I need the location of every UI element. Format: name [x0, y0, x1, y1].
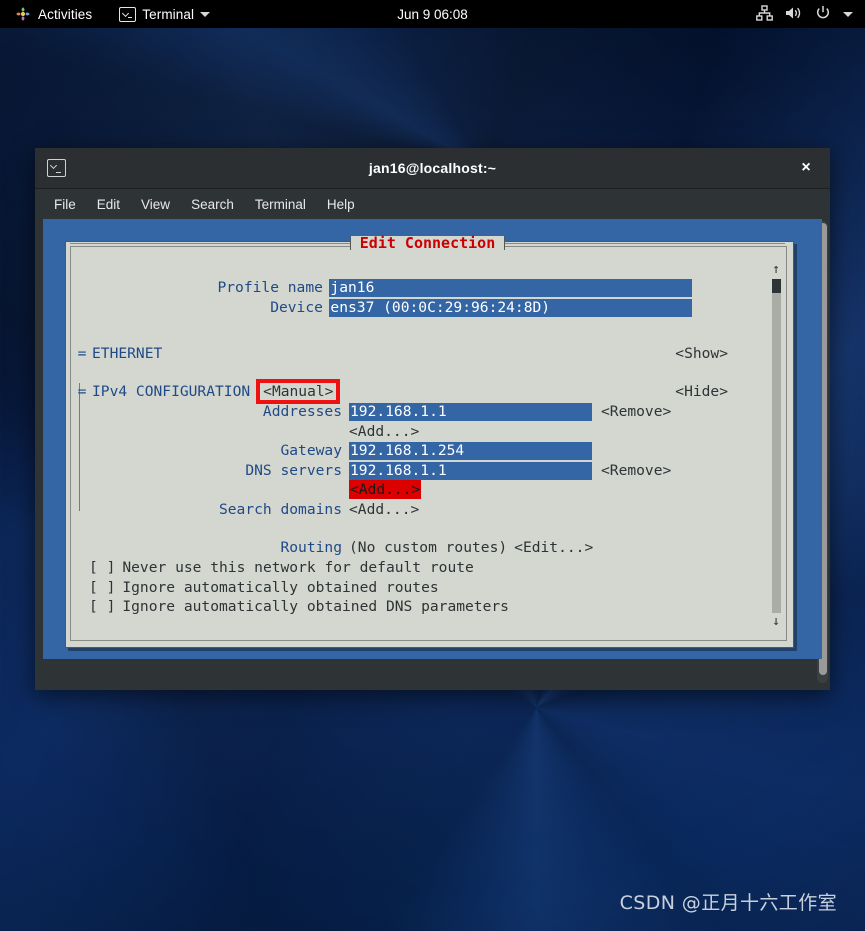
- close-icon[interactable]: ×: [796, 158, 816, 178]
- nmtui-screen: Edit Connection ↑ ↓ Profile name jan16 D…: [43, 219, 822, 659]
- row-ethernet: = ETHERNET <Show>: [72, 344, 762, 363]
- menu-file[interactable]: File: [45, 194, 85, 215]
- menu-search[interactable]: Search: [182, 194, 243, 215]
- checkbox-default-route-box[interactable]: [ ]: [89, 558, 115, 578]
- checkbox-default-route-label: Never use this network for default route: [122, 558, 474, 576]
- scroll-up-icon[interactable]: ↑: [772, 262, 780, 278]
- ethernet-expander-icon[interactable]: =: [72, 344, 92, 364]
- addresses-add-button[interactable]: <Add...>: [349, 422, 419, 442]
- addresses-remove-button[interactable]: <Remove>: [601, 402, 671, 422]
- device-label: Device: [270, 298, 323, 316]
- power-icon: [815, 5, 831, 24]
- row-profile-name: Profile name jan16: [72, 278, 692, 297]
- row-dns-add: <Add...>: [72, 479, 692, 500]
- menu-view[interactable]: View: [132, 194, 179, 215]
- addresses-label: Addresses: [262, 402, 342, 420]
- routing-edit-button[interactable]: <Edit...>: [514, 538, 593, 558]
- ethernet-show-button[interactable]: <Show>: [675, 344, 728, 364]
- ipv4-method-select[interactable]: <Manual>: [256, 379, 341, 404]
- dns-servers-add-button[interactable]: <Add...>: [349, 479, 422, 500]
- nmtui-scrollbar-thumb[interactable]: [771, 279, 781, 293]
- routing-label: Routing: [280, 538, 342, 556]
- system-menu-chevron-down-icon[interactable]: [843, 11, 853, 17]
- ipv4-expander-icon[interactable]: =: [72, 382, 92, 402]
- row-checkbox-ignore-routes[interactable]: [ ] Ignore automatically obtained routes: [89, 578, 739, 597]
- checkbox-ignore-routes-box[interactable]: [ ]: [89, 578, 115, 598]
- row-addresses-add: <Add...>: [72, 422, 692, 441]
- terminal-menubar: File Edit View Search Terminal Help: [35, 189, 830, 219]
- activities-label: Activities: [38, 6, 93, 22]
- app-menu-terminal[interactable]: Terminal: [114, 5, 215, 24]
- row-dns-servers: DNS servers 192.168.1.1 <Remove>: [72, 461, 692, 480]
- gnome-top-bar: Jun 9 06:08 Activities Terminal: [0, 0, 865, 28]
- title-rule-left: [70, 242, 350, 244]
- activities-button[interactable]: Activities: [10, 4, 97, 24]
- checkbox-ignore-routes-label: Ignore automatically obtained routes: [122, 578, 439, 596]
- csdn-watermark: CSDN @正月十六工作室: [619, 892, 837, 914]
- menu-edit[interactable]: Edit: [88, 194, 129, 215]
- ethernet-label: ETHERNET: [92, 344, 163, 362]
- profile-name-input[interactable]: jan16: [329, 278, 692, 297]
- row-addresses: Addresses 192.168.1.1 <Remove>: [72, 402, 692, 421]
- checkbox-ignore-dns-label: Ignore automatically obtained DNS parame…: [122, 597, 509, 615]
- nmtui-scrollbar-track[interactable]: [771, 279, 781, 613]
- top-bar-left-group: Activities Terminal: [10, 0, 215, 28]
- checkbox-ignore-dns-box[interactable]: [ ]: [89, 597, 115, 617]
- dialog-title-bar: Edit Connection: [70, 234, 785, 252]
- menu-terminal[interactable]: Terminal: [246, 194, 315, 215]
- dialog-title: Edit Connection: [350, 235, 505, 251]
- ipv4-hide-button[interactable]: <Hide>: [675, 382, 728, 402]
- gateway-input[interactable]: 192.168.1.254: [349, 441, 592, 460]
- row-search-domains: Search domains <Add...>: [72, 500, 692, 519]
- terminal-window-title: jan16@localhost:~: [368, 160, 497, 176]
- row-ipv4-configuration: = IPv4 CONFIGURATION <Manual> <Hide>: [72, 379, 762, 404]
- scroll-down-icon[interactable]: ↓: [772, 614, 780, 630]
- menu-help[interactable]: Help: [318, 194, 364, 215]
- system-status-area[interactable]: [756, 0, 853, 28]
- title-rule-right: [505, 242, 785, 244]
- dns-servers-remove-button[interactable]: <Remove>: [601, 461, 671, 481]
- routing-value: (No custom routes): [349, 538, 508, 556]
- dns-servers-label: DNS servers: [245, 461, 342, 479]
- terminal-icon: [47, 159, 66, 177]
- app-menu-label: Terminal: [142, 6, 195, 22]
- nmtui-scrollbar[interactable]: ↑ ↓: [769, 262, 783, 630]
- terminal-body: Edit Connection ↑ ↓ Profile name jan16 D…: [35, 219, 830, 690]
- addresses-input[interactable]: 192.168.1.1: [349, 402, 592, 421]
- edit-connection-dialog: Edit Connection ↑ ↓ Profile name jan16 D…: [65, 235, 794, 648]
- gateway-label: Gateway: [280, 441, 342, 459]
- dns-servers-input[interactable]: 192.168.1.1: [349, 461, 592, 480]
- gnome-activities-icon: [15, 6, 31, 22]
- row-routing: Routing (No custom routes) <Edit...>: [72, 538, 762, 557]
- volume-icon: [785, 5, 803, 24]
- chevron-down-icon: [200, 11, 211, 17]
- search-domains-add-button[interactable]: <Add...>: [349, 500, 419, 520]
- row-device: Device ens37 (00:0C:29:96:24:8D): [72, 298, 692, 317]
- profile-name-label: Profile name: [217, 278, 323, 296]
- terminal-icon: [119, 6, 137, 22]
- terminal-window: jan16@localhost:~ × File Edit View Searc…: [35, 148, 830, 690]
- ipv4-label: IPv4 CONFIGURATION: [92, 382, 251, 400]
- device-input[interactable]: ens37 (00:0C:29:96:24:8D): [329, 298, 692, 317]
- wired-network-icon: [756, 4, 773, 24]
- row-checkbox-ignore-dns[interactable]: [ ] Ignore automatically obtained DNS pa…: [89, 597, 739, 616]
- row-gateway: Gateway 192.168.1.254: [72, 441, 692, 460]
- dialog-content: Profile name jan16 Device ens37 (00:0C:2…: [72, 258, 762, 630]
- terminal-titlebar: jan16@localhost:~ ×: [35, 148, 830, 189]
- search-domains-label: Search domains: [218, 500, 342, 518]
- row-checkbox-default-route[interactable]: [ ] Never use this network for default r…: [89, 558, 739, 577]
